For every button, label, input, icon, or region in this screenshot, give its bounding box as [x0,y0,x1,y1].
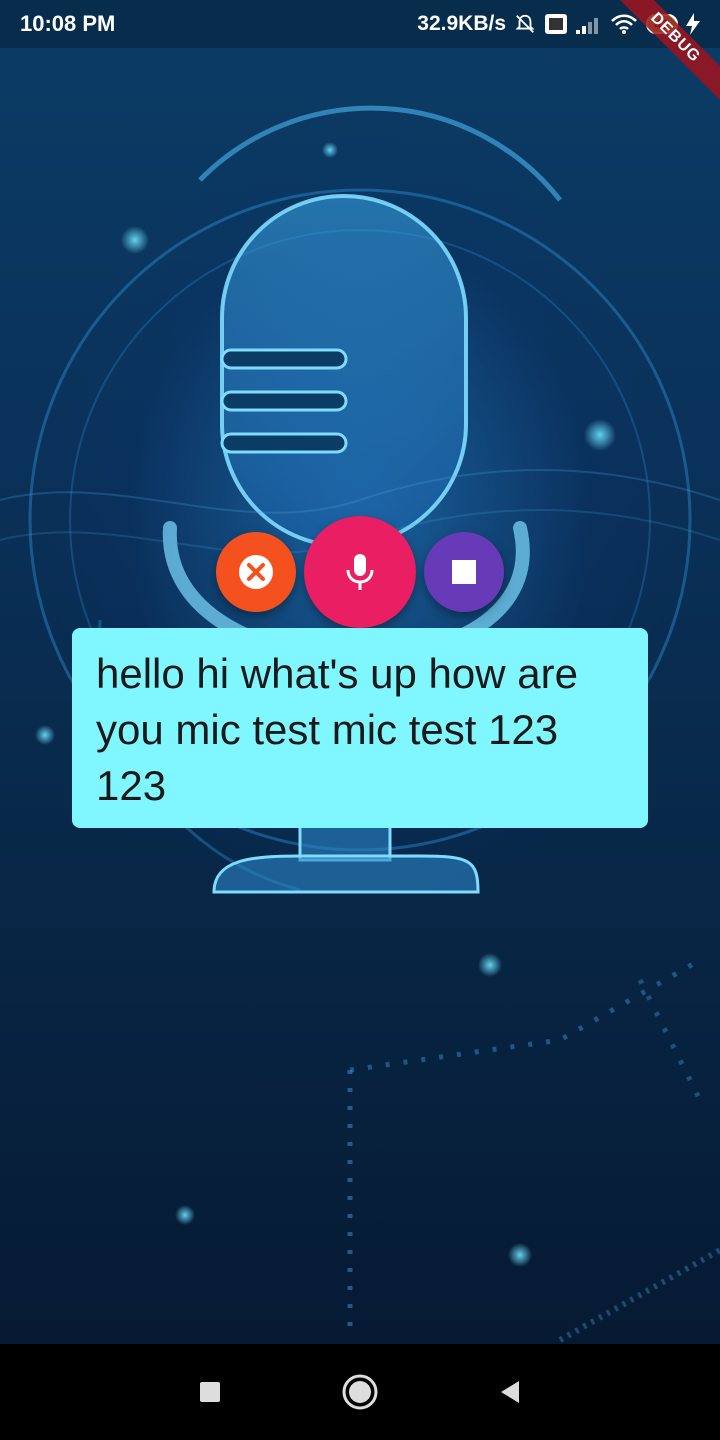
net-speed: 32.9KB/s [417,12,506,35]
home-icon [342,1374,378,1410]
navigation-bar [0,1344,720,1440]
mute-icon [515,14,535,33]
stop-button[interactable] [424,532,504,612]
home-button[interactable] [340,1372,380,1412]
wifi-icon [611,14,637,34]
recents-button[interactable] [190,1372,230,1412]
transcript-text: hello hi what's up how are you mic test … [96,650,578,809]
microphone-icon [346,554,374,590]
mic-button[interactable] [304,516,416,628]
status-bar: 10:08 PM 32.9KB/s 42 [0,0,720,48]
charging-icon [686,13,700,35]
transcript-box: hello hi what's up how are you mic test … [72,628,648,828]
close-circle-icon [239,555,273,589]
volte-icon [545,14,567,34]
status-time: 10:08 PM [20,11,116,36]
stop-icon [452,560,476,584]
back-icon [501,1381,519,1403]
recents-icon [200,1382,220,1402]
cancel-button[interactable] [216,532,296,612]
back-button[interactable] [490,1372,530,1412]
signal-icon [576,18,598,34]
